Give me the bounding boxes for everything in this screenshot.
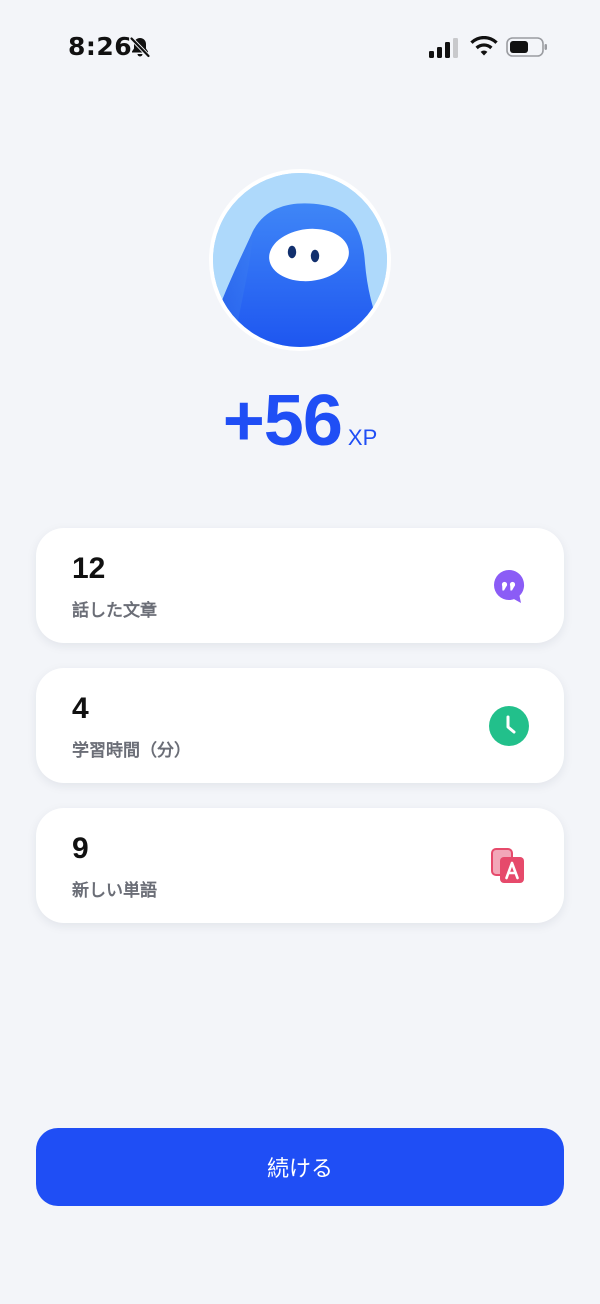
status-bar: 8:26 (0, 0, 600, 96)
continue-button[interactable]: 続ける (36, 1128, 564, 1206)
stat-value: 9 (72, 832, 89, 865)
stat-card-new-words: 9 新しい単語 (36, 808, 564, 923)
stat-card-study-time: 4 学習時間（分） (36, 668, 564, 783)
bell-slash-icon (130, 37, 150, 58)
mascot-icon (213, 173, 387, 347)
xp-unit: XP (347, 425, 378, 450)
status-time: 8:26 (68, 32, 133, 61)
stat-label: 話した文章 (72, 601, 157, 621)
stat-label: 学習時間（分） (72, 741, 191, 761)
xp-value: +56 (222, 381, 343, 461)
xp-reward: +56 XP (0, 380, 600, 462)
avatar (213, 173, 387, 347)
stat-value: 4 (72, 692, 89, 725)
battery-icon (506, 37, 547, 57)
speech-quote-icon (494, 569, 525, 603)
wifi-icon (470, 36, 498, 56)
mascot-avatar (209, 169, 391, 351)
vocabulary-cards-icon (491, 848, 524, 883)
clock-icon (489, 706, 529, 746)
stat-value: 12 (72, 552, 106, 585)
stat-card-sentences: 12 話した文章 (36, 528, 564, 643)
cellular-signal-icon (429, 38, 458, 58)
stat-label: 新しい単語 (72, 881, 157, 901)
